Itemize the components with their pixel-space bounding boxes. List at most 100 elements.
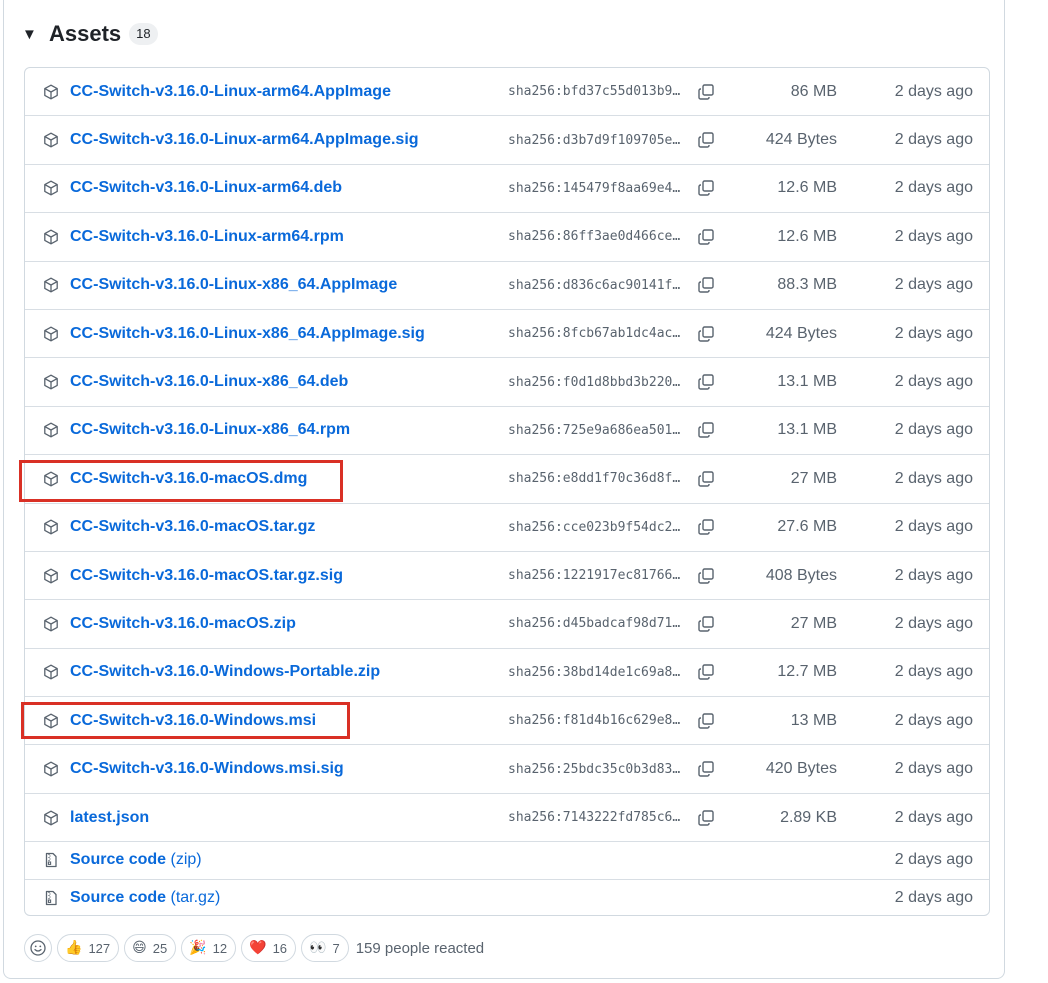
asset-size: 86 MB xyxy=(790,82,837,100)
copy-icon[interactable] xyxy=(697,421,715,439)
release-assets-card: ▼ Assets 18 CC-Switch-v3.16.0-Linux-arm6… xyxy=(3,0,1005,979)
asset-size: 2.89 KB xyxy=(780,808,837,826)
asset-download-link[interactable]: CC-Switch-v3.16.0-macOS.zip xyxy=(70,615,500,633)
reaction-count: 127 xyxy=(88,940,111,956)
asset-download-link[interactable]: latest.json xyxy=(70,809,500,827)
reaction-button[interactable]: ❤️ 16 xyxy=(241,934,297,962)
package-icon xyxy=(43,325,61,343)
asset-download-link[interactable]: CC-Switch-v3.16.0-Windows.msi.sig xyxy=(70,760,500,778)
asset-row: CC-Switch-v3.16.0-Linux-arm64.rpm sha256:… xyxy=(25,213,989,262)
source-code-label: Source code xyxy=(70,851,167,869)
copy-icon[interactable] xyxy=(697,325,715,343)
reaction-button[interactable]: 👀 7 xyxy=(301,934,349,962)
copy-icon[interactable] xyxy=(697,228,715,246)
asset-date: 2 days ago xyxy=(894,421,973,439)
asset-download-link[interactable]: CC-Switch-v3.16.0-Linux-arm64.AppImage xyxy=(70,83,500,101)
package-icon xyxy=(43,809,61,827)
asset-download-link[interactable]: CC-Switch-v3.16.0-macOS.tar.gz xyxy=(70,518,500,536)
asset-digest: sha256:8fcb67ab1dc4ac… xyxy=(508,326,681,342)
reaction-emoji: 👀 xyxy=(309,940,327,956)
asset-row: CC-Switch-v3.16.0-Linux-x86_64.AppImage s… xyxy=(25,262,989,310)
add-reaction-button[interactable] xyxy=(24,934,52,962)
asset-download-link[interactable]: CC-Switch-v3.16.0-Linux-x86_64.rpm xyxy=(70,421,500,439)
asset-download-link[interactable]: CC-Switch-v3.16.0-Linux-arm64.rpm xyxy=(70,228,500,246)
package-icon xyxy=(43,470,61,488)
asset-download-link[interactable]: CC-Switch-v3.16.0-Linux-x86_64.AppImage xyxy=(70,276,500,294)
package-icon xyxy=(43,760,61,778)
asset-digest: sha256:d3b7d9f109705e… xyxy=(508,132,681,148)
reaction-button[interactable]: 🎉 12 xyxy=(181,934,237,962)
asset-download-link[interactable]: CC-Switch-v3.16.0-Linux-x86_64.AppImage.… xyxy=(70,325,500,343)
package-icon xyxy=(43,83,61,101)
copy-icon[interactable] xyxy=(697,760,715,778)
asset-row: CC-Switch-v3.16.0-Windows.msi.sig sha256:… xyxy=(25,745,989,794)
asset-date: 2 days ago xyxy=(894,324,973,342)
asset-date: 2 days ago xyxy=(894,889,973,907)
package-icon xyxy=(43,131,61,149)
asset-row: CC-Switch-v3.16.0-Linux-arm64.AppImage sh… xyxy=(25,68,989,117)
copy-icon[interactable] xyxy=(697,567,715,585)
asset-date: 2 days ago xyxy=(894,760,973,778)
copy-icon[interactable] xyxy=(697,712,715,730)
asset-size: 12.6 MB xyxy=(777,179,837,197)
asset-download-link[interactable]: CC-Switch-v3.16.0-Linux-x86_64.deb xyxy=(70,373,500,391)
copy-icon[interactable] xyxy=(697,276,715,294)
copy-icon[interactable] xyxy=(697,518,715,536)
source-code-format: (tar.gz) xyxy=(170,889,221,907)
package-icon xyxy=(43,373,61,391)
asset-download-link[interactable]: CC-Switch-v3.16.0-macOS.dmg xyxy=(70,470,500,488)
package-icon xyxy=(43,228,61,246)
asset-row: CC-Switch-v3.16.0-macOS.zip sha256:d45bad… xyxy=(25,600,989,649)
asset-row: CC-Switch-v3.16.0-Linux-x86_64.deb sha256… xyxy=(25,358,989,407)
copy-icon[interactable] xyxy=(697,131,715,149)
source-code-row: Source code (zip) 2 days ago xyxy=(25,842,989,880)
assets-toggle[interactable]: ▼ Assets 18 xyxy=(22,18,158,50)
asset-digest: sha256:d45badcaf98d71… xyxy=(508,616,681,632)
package-icon xyxy=(43,615,61,633)
asset-row: CC-Switch-v3.16.0-Windows.msi sha256:f81d… xyxy=(25,697,989,746)
caret-down-icon[interactable]: ▼ xyxy=(22,27,37,42)
asset-date: 2 days ago xyxy=(894,808,973,826)
package-icon xyxy=(43,179,61,197)
copy-icon[interactable] xyxy=(697,470,715,488)
asset-size: 420 Bytes xyxy=(765,760,837,778)
source-code-link[interactable]: Source code (tar.gz) xyxy=(70,889,500,907)
source-code-format: (zip) xyxy=(170,851,202,869)
asset-row: CC-Switch-v3.16.0-macOS.tar.gz sha256:cce… xyxy=(25,504,989,552)
copy-icon[interactable] xyxy=(697,83,715,101)
reaction-emoji: 😄 xyxy=(132,940,147,956)
copy-icon[interactable] xyxy=(697,809,715,827)
reaction-button[interactable]: 👍 127 xyxy=(57,934,120,962)
package-icon xyxy=(43,421,61,439)
copy-icon[interactable] xyxy=(697,615,715,633)
package-icon xyxy=(43,712,61,730)
asset-size: 27 MB xyxy=(790,469,837,487)
asset-download-link[interactable]: CC-Switch-v3.16.0-Windows.msi xyxy=(70,712,500,730)
asset-date: 2 days ago xyxy=(894,614,973,632)
asset-digest: sha256:7143222fd785c6… xyxy=(508,810,681,826)
asset-digest: sha256:145479f8aa69e4… xyxy=(508,180,681,196)
asset-digest: sha256:725e9a686ea501… xyxy=(508,422,681,438)
asset-row: CC-Switch-v3.16.0-Linux-x86_64.rpm sha256… xyxy=(25,407,989,456)
package-icon xyxy=(43,567,61,585)
asset-size: 13.1 MB xyxy=(777,373,837,391)
asset-size: 12.7 MB xyxy=(777,663,837,681)
asset-date: 2 days ago xyxy=(894,518,973,536)
reaction-count: 16 xyxy=(272,940,288,956)
source-code-link[interactable]: Source code (zip) xyxy=(70,851,500,869)
asset-digest: sha256:f81d4b16c629e8… xyxy=(508,713,681,729)
copy-icon[interactable] xyxy=(697,663,715,681)
asset-download-link[interactable]: CC-Switch-v3.16.0-Windows-Portable.zip xyxy=(70,663,500,681)
asset-download-link[interactable]: CC-Switch-v3.16.0-macOS.tar.gz.sig xyxy=(70,567,500,585)
asset-size: 12.6 MB xyxy=(777,227,837,245)
reaction-button[interactable]: 😄 25 xyxy=(124,934,177,962)
asset-digest: sha256:25bdc35c0b3d83… xyxy=(508,761,681,777)
copy-icon[interactable] xyxy=(697,373,715,391)
asset-download-link[interactable]: CC-Switch-v3.16.0-Linux-arm64.AppImage.s… xyxy=(70,131,500,149)
asset-download-link[interactable]: CC-Switch-v3.16.0-Linux-arm64.deb xyxy=(70,179,500,197)
asset-date: 2 days ago xyxy=(894,663,973,681)
reactions-bar: 👍 127 😄 25 🎉 12 ❤️ 16 👀 7 159 people reacted xyxy=(24,934,484,962)
asset-size: 27 MB xyxy=(790,614,837,632)
copy-icon[interactable] xyxy=(697,179,715,197)
asset-digest: sha256:86ff3ae0d466ce… xyxy=(508,229,681,245)
